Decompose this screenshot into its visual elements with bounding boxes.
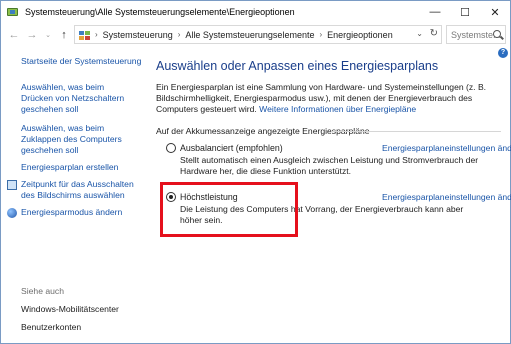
search-icon [493,30,501,38]
up-arrow-icon[interactable]: ↑ [57,29,71,41]
sidebar-item-lid-close[interactable]: Auswählen, was beim Zuklappen des Comput… [21,123,129,156]
sidebar-home-link[interactable]: Startseite der Systemsteuerung [21,56,143,67]
highlight-annotation-box [160,182,298,237]
change-plan-settings-link[interactable]: Energiesparplaneinstellungen ändern [382,143,511,153]
radio-balanced[interactable] [166,143,176,153]
refresh-icon[interactable]: ↻ [430,28,438,39]
breadcrumb-item-systemsteuerung[interactable]: Systemsteuerung [103,30,173,40]
title-bar[interactable]: Systemsteuerung\Alle Systemsteuerungsele… [1,1,510,23]
sleep-globe-icon [7,208,17,218]
plan-name[interactable]: Ausbalanciert (empfohlen) [180,143,283,153]
sidebar-item-mobility-center[interactable]: Windows-Mobilitätscenter [21,304,119,315]
window-controls: — ☐ ✕ [420,1,510,23]
plan-description: Stellt automatisch einen Ausgleich zwisc… [180,155,479,176]
display-icon [7,180,17,190]
control-panel-icon [79,30,91,40]
maximize-button[interactable]: ☐ [450,1,480,23]
address-dropdown-icon[interactable]: ⌄ [416,29,423,38]
sidebar-item-user-accounts[interactable]: Benutzerkonten [21,322,81,333]
intro-paragraph: Ein Energiesparplan ist eine Sammlung vo… [156,82,496,115]
group-divider [331,131,501,132]
sidebar-item-power-buttons[interactable]: Auswählen, was beim Drücken von Netzscha… [21,82,133,115]
page-title: Auswählen oder Anpassen eines Energiespa… [156,59,439,73]
search-input[interactable]: Systemste... [446,25,506,44]
breadcrumb[interactable]: › Systemsteuerung › Alle Systemsteuerung… [74,25,442,44]
breadcrumb-separator-icon[interactable]: › [95,30,98,39]
more-info-link[interactable]: Weitere Informationen über Energiepläne [259,104,416,114]
close-button[interactable]: ✕ [480,1,510,23]
back-arrow-icon[interactable]: ← [7,29,21,41]
see-also-label: Siehe auch [21,286,65,296]
help-icon[interactable]: ? [498,48,508,58]
sidebar-item-create-plan[interactable]: Energiesparplan erstellen [21,162,141,173]
breadcrumb-item-alle-elemente[interactable]: Alle Systemsteuerungselemente [185,30,314,40]
forward-arrow-icon[interactable]: → [25,29,39,41]
window-title: Systemsteuerung\Alle Systemsteuerungsele… [25,7,295,17]
change-plan-settings-link[interactable]: Energiesparplaneinstellungen ändern [382,192,511,202]
breadcrumb-separator-icon[interactable]: › [178,30,181,39]
sidebar: Startseite der Systemsteuerung Auswählen… [1,47,144,343]
address-bar: ← → ⌄ ↑ › Systemsteuerung › Alle Systems… [1,23,510,47]
breadcrumb-item-energieoptionen[interactable]: Energieoptionen [327,30,393,40]
minimize-button[interactable]: — [420,1,450,23]
sidebar-item-display-off[interactable]: Zeitpunkt für das Ausschalten des Bildsc… [21,179,139,201]
recent-locations-chevron-icon[interactable]: ⌄ [41,31,55,39]
control-panel-window: Systemsteuerung\Alle Systemsteuerungsele… [0,0,511,344]
sidebar-item-sleep-mode[interactable]: Energiesparmodus ändern [21,207,141,218]
breadcrumb-separator-icon[interactable]: › [319,30,322,39]
power-options-icon [7,7,19,17]
